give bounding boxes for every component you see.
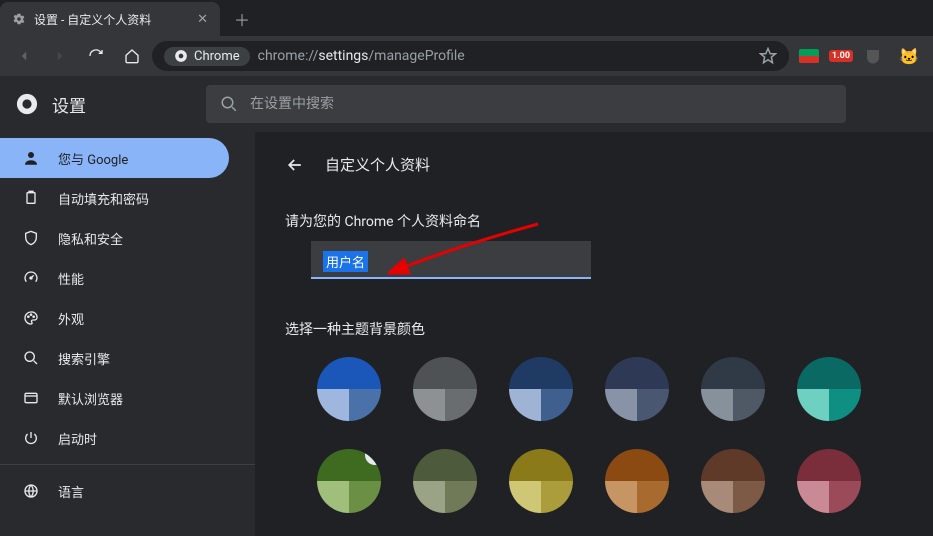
person-icon — [22, 149, 40, 167]
sidebar-item[interactable]: 启动时 — [0, 418, 229, 458]
sidebar-item[interactable]: 外观 — [0, 298, 229, 338]
sidebar-item-label: 启动时 — [58, 429, 97, 448]
ublock-icon[interactable] — [861, 44, 885, 68]
power-icon — [22, 430, 40, 446]
extension-badge[interactable] — [797, 44, 821, 68]
home-button[interactable] — [116, 40, 148, 72]
profile-name-label: 请为您的 Chrome 个人资料命名 — [285, 211, 903, 231]
sidebar-item-label: 默认浏览器 — [58, 389, 123, 408]
sidebar-item-label: 搜索引擎 — [58, 349, 110, 368]
theme-swatch-row — [317, 357, 903, 421]
palette-icon — [22, 310, 40, 326]
theme-swatch[interactable]: ✓ — [317, 449, 381, 513]
theme-swatch-row: ✓ — [317, 449, 903, 513]
settings-header-bar: 设置 — [0, 76, 933, 132]
extension-icon[interactable]: 🐱 — [897, 44, 921, 68]
back-arrow-icon[interactable] — [285, 155, 305, 175]
chrome-logo-icon — [16, 93, 38, 115]
profile-name-input[interactable] — [311, 241, 591, 279]
theme-swatch[interactable] — [797, 357, 861, 421]
bookmark-star-icon[interactable] — [759, 47, 777, 65]
extension-badge-count: 1.00 — [829, 50, 853, 62]
shield-icon — [22, 230, 40, 246]
sidebar-item-label: 语言 — [58, 482, 84, 501]
forward-button[interactable] — [44, 40, 76, 72]
theme-swatch[interactable] — [701, 449, 765, 513]
reload-button[interactable] — [80, 40, 112, 72]
address-bar[interactable]: Chrome chrome://settings/manageProfile — [152, 41, 789, 71]
sidebar-item-label: 您与 Google — [58, 149, 128, 168]
sidebar-separator — [0, 464, 255, 465]
theme-swatch[interactable] — [605, 449, 669, 513]
chrome-chip: Chrome — [164, 47, 250, 66]
sidebar-item-label: 外观 — [58, 309, 84, 328]
gear-icon — [12, 12, 26, 26]
settings-search[interactable] — [206, 85, 846, 123]
settings-title: 设置 — [52, 92, 86, 117]
url-text: chrome://settings/manageProfile — [258, 48, 465, 64]
theme-swatch[interactable] — [413, 449, 477, 513]
settings-sidebar: 您与 Google 自动填充和密码隐私和安全性能外观搜索引擎默认浏览器启动时 语言 — [0, 76, 255, 536]
globe-icon — [22, 483, 40, 499]
theme-swatch[interactable] — [605, 357, 669, 421]
settings-main: 自定义个人资料 请为您的 Chrome 个人资料命名 用户名 选择一种主题背景颜… — [255, 76, 933, 536]
sidebar-item[interactable]: 默认浏览器 — [0, 378, 229, 418]
browser-icon — [22, 390, 40, 406]
theme-swatch[interactable] — [509, 449, 573, 513]
theme-swatch[interactable] — [317, 357, 381, 421]
page-title: 自定义个人资料 — [325, 154, 430, 175]
sidebar-item[interactable]: 您与 Google — [0, 138, 229, 178]
browser-tab[interactable]: 设置 - 自定义个人资料 ✕ — [0, 2, 220, 36]
sidebar-item[interactable]: 隐私和安全 — [0, 218, 229, 258]
theme-label: 选择一种主题背景颜色 — [285, 319, 903, 339]
speed-icon — [22, 270, 40, 286]
tab-strip: 设置 - 自定义个人资料 ✕ ＋ — [0, 0, 933, 36]
sidebar-item-label: 性能 — [58, 269, 84, 288]
search-icon — [220, 95, 238, 113]
sidebar-item[interactable]: 语言 — [0, 471, 229, 511]
sidebar-item[interactable]: 搜索引擎 — [0, 338, 229, 378]
tab-title: 设置 - 自定义个人资料 — [34, 11, 151, 28]
close-icon[interactable]: ✕ — [197, 12, 208, 27]
sidebar-item[interactable]: 性能 — [0, 258, 229, 298]
settings-search-input[interactable] — [250, 96, 832, 112]
theme-swatch[interactable] — [413, 357, 477, 421]
sidebar-item[interactable]: 自动填充和密码 — [0, 178, 229, 218]
theme-swatch[interactable] — [509, 357, 573, 421]
theme-swatch[interactable] — [701, 357, 765, 421]
search-icon — [22, 350, 40, 366]
new-tab-button[interactable]: ＋ — [228, 5, 256, 33]
clipboard-icon — [22, 190, 40, 206]
chip-label: Chrome — [194, 49, 240, 64]
browser-toolbar: Chrome chrome://settings/manageProfile 1… — [0, 36, 933, 76]
back-button[interactable] — [8, 40, 40, 72]
sidebar-item-label: 隐私和安全 — [58, 229, 123, 248]
theme-swatch[interactable] — [797, 449, 861, 513]
sidebar-item-label: 自动填充和密码 — [58, 189, 149, 208]
